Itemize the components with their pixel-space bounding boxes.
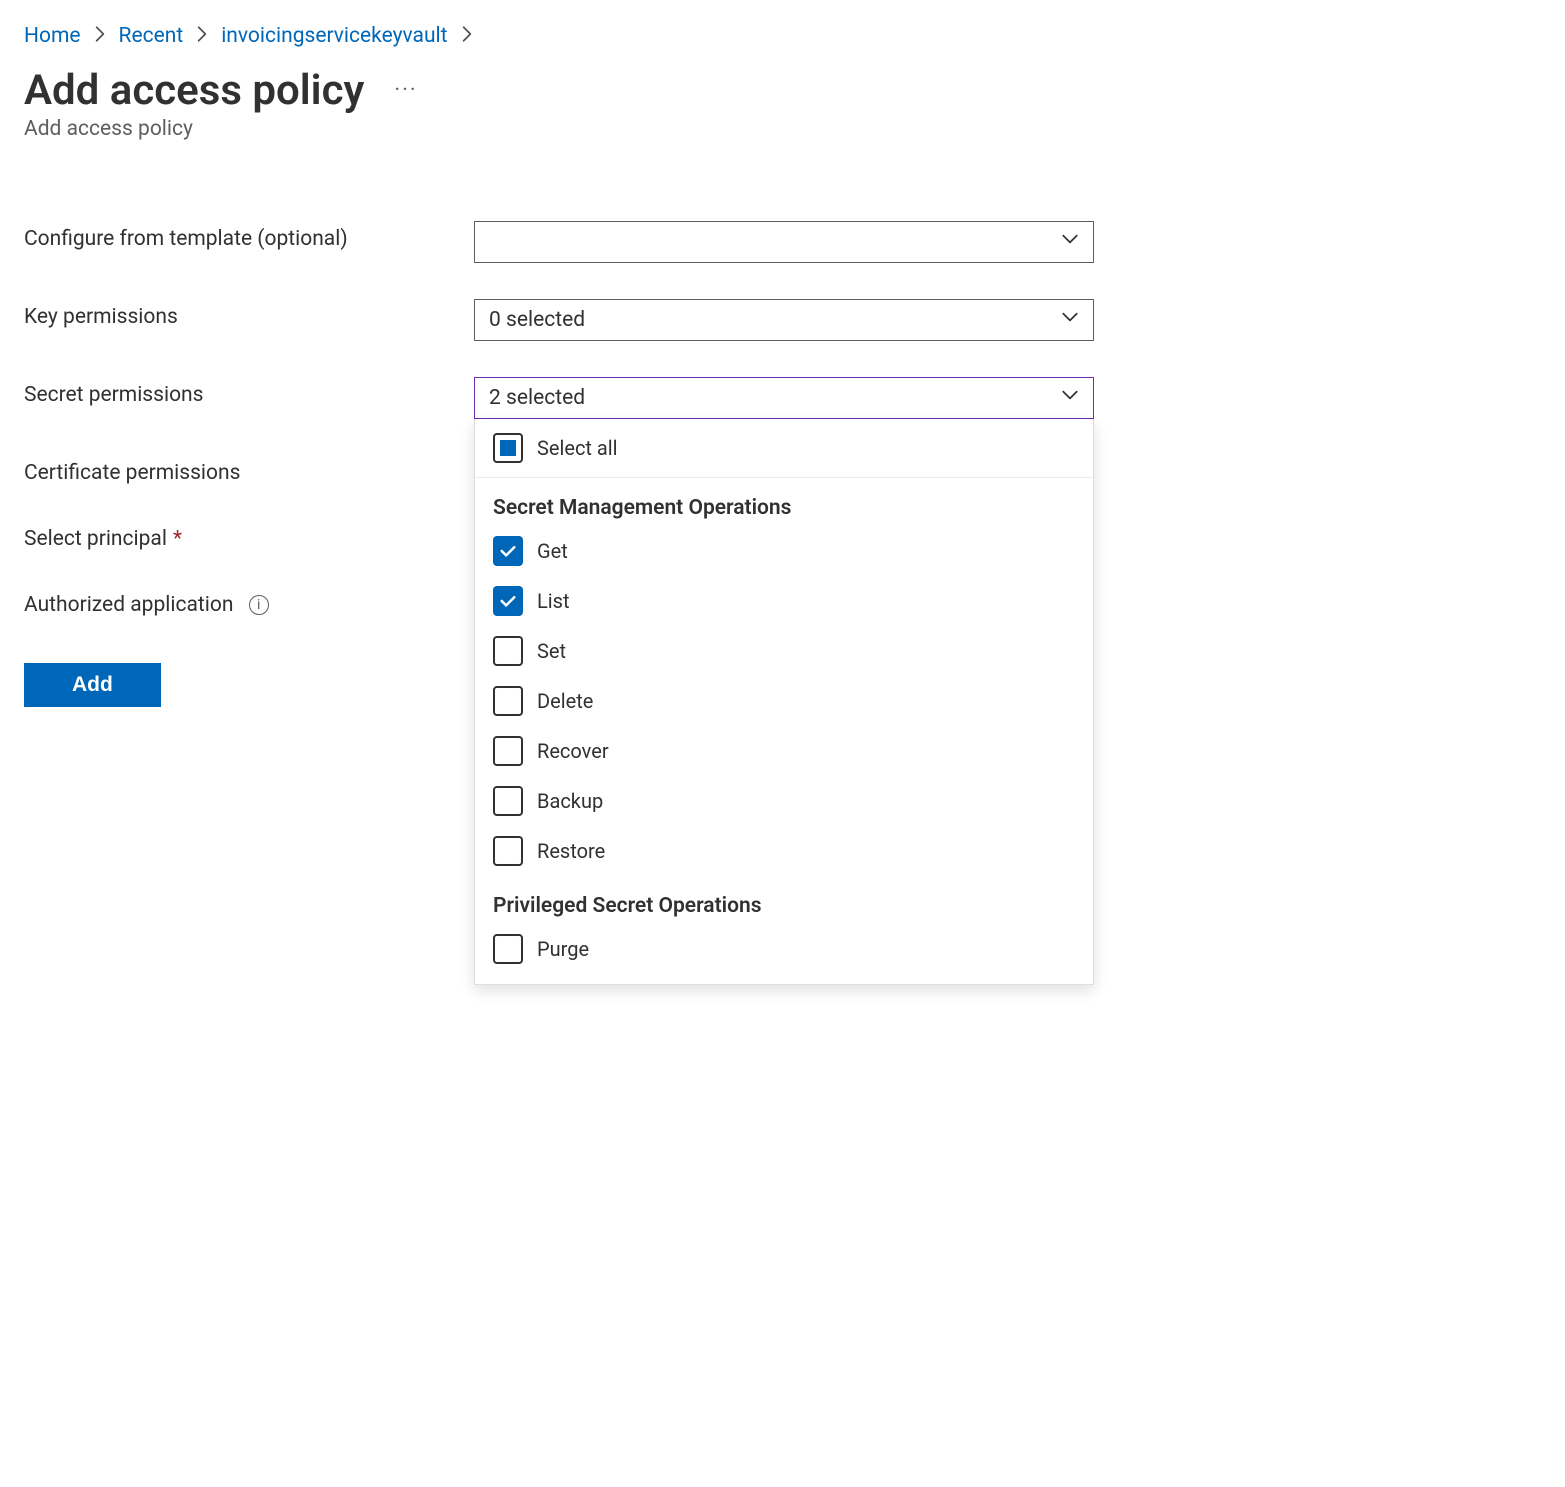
- dropdown-option-label: Purge: [537, 937, 589, 961]
- dropdown-option-label: Set: [537, 639, 566, 663]
- dropdown-option-label: Restore: [537, 839, 605, 863]
- chevron-down-icon: [1061, 386, 1079, 410]
- dropdown-option[interactable]: Set: [475, 626, 1093, 676]
- chevron-down-icon: [1061, 230, 1079, 254]
- breadcrumb-link-recent[interactable]: Recent: [119, 24, 184, 48]
- more-icon[interactable]: ···: [394, 78, 417, 103]
- template-select[interactable]: [474, 221, 1094, 263]
- checkbox-unchecked-icon: [493, 836, 523, 866]
- checkbox-indeterminate-icon: [493, 433, 523, 463]
- dropdown-option[interactable]: Delete: [475, 676, 1093, 726]
- dropdown-option-label: Recover: [537, 739, 609, 763]
- checkbox-unchecked-icon: [493, 636, 523, 666]
- chevron-right-icon: [458, 25, 476, 47]
- breadcrumb-link-home[interactable]: Home: [24, 24, 81, 48]
- page-title: Add access policy: [24, 66, 364, 115]
- checkbox-checked-icon: [493, 536, 523, 566]
- page-subtitle: Add access policy: [24, 117, 1541, 141]
- breadcrumb: Home Recent invoicingservicekeyvault: [24, 24, 1541, 48]
- dropdown-option-label: Delete: [537, 689, 593, 713]
- dropdown-option[interactable]: List: [475, 576, 1093, 626]
- chevron-right-icon: [193, 25, 211, 47]
- chevron-right-icon: [91, 25, 109, 47]
- secret-permissions-label: Secret permissions: [24, 377, 474, 407]
- dropdown-option-label: List: [537, 589, 570, 613]
- dropdown-option-label: Get: [537, 539, 568, 563]
- chevron-down-icon: [1061, 308, 1079, 332]
- key-permissions-select[interactable]: 0 selected: [474, 299, 1094, 341]
- dropdown-option-label: Backup: [537, 789, 603, 813]
- select-all-label: Select all: [537, 436, 618, 460]
- certificate-permissions-label: Certificate permissions: [24, 455, 474, 485]
- select-principal-label: Select principal*: [24, 521, 474, 551]
- key-permissions-label: Key permissions: [24, 299, 474, 329]
- authorized-application-label: Authorized application i: [24, 587, 474, 617]
- dropdown-group-title: Privileged Secret Operations: [475, 876, 1093, 924]
- checkbox-unchecked-icon: [493, 736, 523, 766]
- select-all-option[interactable]: Select all: [475, 419, 1093, 478]
- secret-permissions-select[interactable]: 2 selected: [474, 377, 1094, 419]
- info-icon[interactable]: i: [249, 595, 269, 615]
- dropdown-option[interactable]: Get: [475, 526, 1093, 576]
- checkbox-unchecked-icon: [493, 786, 523, 816]
- breadcrumb-link-resource[interactable]: invoicingservicekeyvault: [221, 24, 447, 48]
- dropdown-option[interactable]: Recover: [475, 726, 1093, 776]
- dropdown-option[interactable]: Backup: [475, 776, 1093, 826]
- checkbox-checked-icon: [493, 586, 523, 616]
- dropdown-group-title: Secret Management Operations: [475, 478, 1093, 526]
- dropdown-option[interactable]: Purge: [475, 924, 1093, 974]
- checkbox-unchecked-icon: [493, 686, 523, 716]
- checkbox-unchecked-icon: [493, 934, 523, 964]
- add-button[interactable]: Add: [24, 663, 161, 707]
- key-permissions-value: 0 selected: [489, 308, 585, 332]
- template-label: Configure from template (optional): [24, 221, 474, 251]
- secret-permissions-dropdown: Select all Secret Management Operations G…: [474, 419, 1094, 985]
- secret-permissions-value: 2 selected: [489, 386, 585, 410]
- required-indicator: *: [173, 527, 182, 551]
- dropdown-option[interactable]: Restore: [475, 826, 1093, 876]
